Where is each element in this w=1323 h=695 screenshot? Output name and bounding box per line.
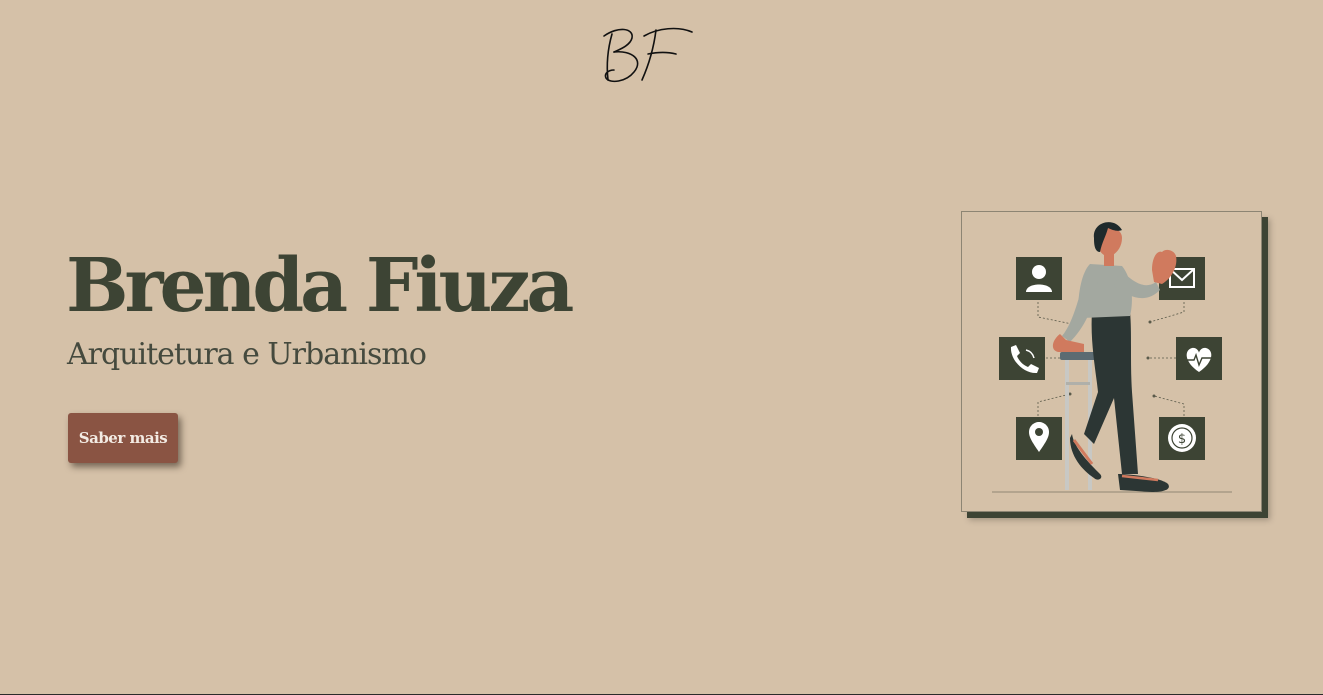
hero-subtitle: Arquitetura e Urbanismo [67,337,427,372]
contact-illustration: $ [961,211,1262,512]
user-icon [1016,257,1062,300]
svg-text:$: $ [1178,432,1186,447]
phone-icon [999,337,1045,380]
location-pin-icon [1016,417,1062,460]
saber-mais-button[interactable]: Saber mais [68,413,178,463]
logo[interactable] [598,22,698,88]
heart-pulse-icon [1176,337,1222,380]
logo-monogram [603,27,693,83]
dollar-coin-icon: $ [1159,417,1205,460]
hero-name: Brenda Fiuza [66,243,574,329]
